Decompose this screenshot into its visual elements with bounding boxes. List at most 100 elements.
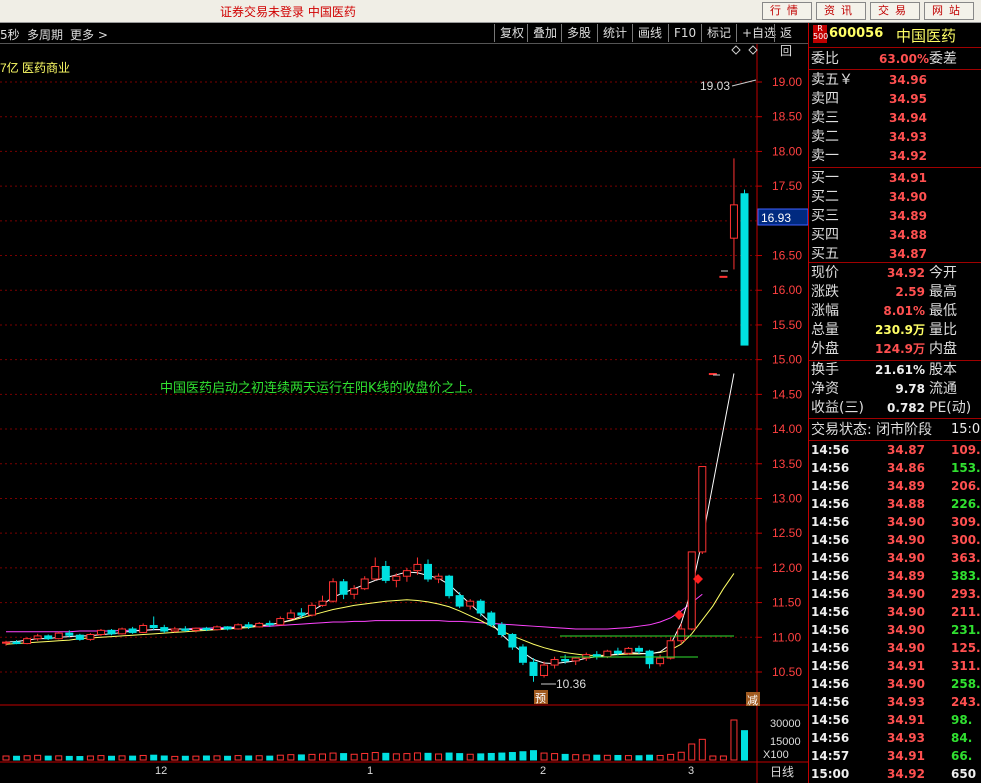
statistics-button[interactable]: 统计	[597, 24, 632, 42]
period-5s[interactable]: 5秒	[0, 26, 20, 43]
volume-bar	[677, 751, 685, 761]
overlay-button[interactable]: 叠加	[527, 24, 562, 42]
volume-bar	[582, 754, 590, 761]
volume-bar	[624, 755, 632, 761]
volume-bar	[435, 753, 443, 761]
tick-time: 15:00	[811, 767, 850, 781]
candle-body	[12, 641, 21, 645]
ask-level-price: 34.93	[889, 130, 927, 144]
candle-body	[297, 612, 306, 616]
candle-body	[582, 654, 591, 659]
market-button[interactable]: 行情	[762, 2, 812, 20]
candle-body	[656, 657, 665, 665]
candle-body	[487, 612, 496, 626]
volume-bar	[487, 752, 495, 761]
multi-stock-button[interactable]: 多股	[561, 24, 596, 42]
volume-bar	[171, 755, 179, 761]
y-tick-label: 16.00	[772, 283, 802, 297]
y-tick-label: 18.50	[772, 110, 802, 124]
candle-body	[518, 646, 527, 663]
tick-price: 34.90	[887, 623, 925, 637]
bid-level-price: 34.87	[889, 247, 927, 261]
trade-button[interactable]: 交易	[870, 2, 920, 20]
candle-body	[329, 581, 338, 602]
volume-bar	[202, 755, 210, 761]
volume-bar	[224, 755, 232, 761]
tick-time: 14:56	[811, 623, 850, 637]
candle-body	[307, 604, 316, 616]
candle-body	[2, 641, 10, 644]
volume-bar	[371, 752, 379, 761]
volume-bar	[530, 750, 537, 761]
trade-status-time: 15:00	[951, 422, 981, 437]
stat-value: 0.782	[887, 401, 925, 415]
stat-label: 涨幅	[811, 303, 839, 319]
stat-right-label: 内盘	[929, 341, 957, 357]
more-button[interactable]: 更多 >	[70, 26, 108, 43]
candle-body	[276, 618, 285, 626]
analysis-annotation: 中国医药启动之初连续两天运行在阳K线的收盘价之上。	[160, 380, 481, 396]
stat-value: 2.59	[895, 285, 925, 299]
volume-bar	[540, 752, 548, 761]
volume-bar	[108, 755, 115, 761]
draw-line-button[interactable]: 画线	[632, 24, 667, 42]
website-button[interactable]: 网站	[924, 2, 974, 20]
tick-time: 14:56	[811, 515, 850, 529]
y-tick-label: 13.50	[772, 457, 802, 471]
volume-bar	[456, 753, 464, 761]
y-tick-label: 12.50	[772, 526, 802, 540]
candle-body	[698, 466, 707, 553]
ask-level-label: 卖一	[811, 148, 839, 164]
high-marker-arrow	[731, 79, 757, 87]
quote-panel: R 500 600056 中国医药 委比 63.00% 委差 卖五￥ 34.96…	[808, 23, 981, 783]
candle-body	[677, 628, 686, 642]
multi-period-button[interactable]: 多周期	[27, 26, 63, 43]
restore-rights-button[interactable]: 复权	[494, 24, 529, 42]
tick-price: 34.89	[887, 569, 925, 583]
candle-body	[729, 204, 738, 239]
volume-bar	[413, 752, 421, 761]
window-title: 证券交易未登录 中国医药	[220, 5, 356, 19]
moving-average-lines	[5, 373, 735, 665]
bid-level-price: 34.90	[889, 190, 927, 204]
tick-volume: 309.	[951, 515, 981, 529]
volume-bar	[340, 753, 348, 761]
volume-bar	[709, 755, 717, 761]
stat-label: 净资	[811, 381, 839, 397]
f10-button[interactable]: F10	[668, 24, 701, 42]
tick-time: 14:56	[811, 641, 850, 655]
tick-volume: 258.	[951, 677, 981, 691]
stat-label: 涨跌	[811, 284, 839, 300]
mark-button[interactable]: 标记	[701, 24, 736, 42]
tick-volume: 226.	[951, 497, 981, 511]
volume-bar	[561, 753, 569, 761]
stock-info-text: 7亿 医药商业	[0, 60, 70, 75]
tick-price: 34.90	[887, 605, 925, 619]
y-tick-label: 12.00	[772, 561, 802, 575]
candle-body	[402, 570, 411, 577]
y-tick-label: 11.50	[772, 596, 801, 610]
period-label-daily[interactable]: 日线	[770, 765, 794, 779]
volume-bar	[297, 754, 305, 761]
candle-body	[139, 624, 148, 633]
candle-body	[666, 640, 675, 659]
low-marker-label: 10.36	[556, 677, 586, 691]
tick-price: 34.90	[887, 677, 925, 691]
ask-level-price: 34.94	[889, 111, 927, 125]
candle-body	[392, 575, 401, 581]
volume-bar	[382, 752, 390, 761]
diamond-icon	[731, 45, 741, 55]
kline-chart[interactable]: 19.0018.5018.0017.5017.0016.5016.0015.50…	[0, 44, 808, 783]
back-button[interactable]: 返回	[774, 24, 808, 58]
candle-body	[476, 600, 485, 614]
news-button[interactable]: 资讯	[816, 2, 866, 20]
candle-body	[740, 193, 749, 346]
y-tick-label: 16.50	[772, 249, 802, 263]
tick-volume: 383.	[951, 569, 981, 583]
candle-body	[360, 578, 369, 590]
candle-body	[529, 661, 538, 676]
candle-body	[23, 638, 32, 645]
candle-body	[118, 628, 127, 635]
candle-body	[223, 626, 232, 630]
month-label-feb: 2	[540, 765, 546, 777]
